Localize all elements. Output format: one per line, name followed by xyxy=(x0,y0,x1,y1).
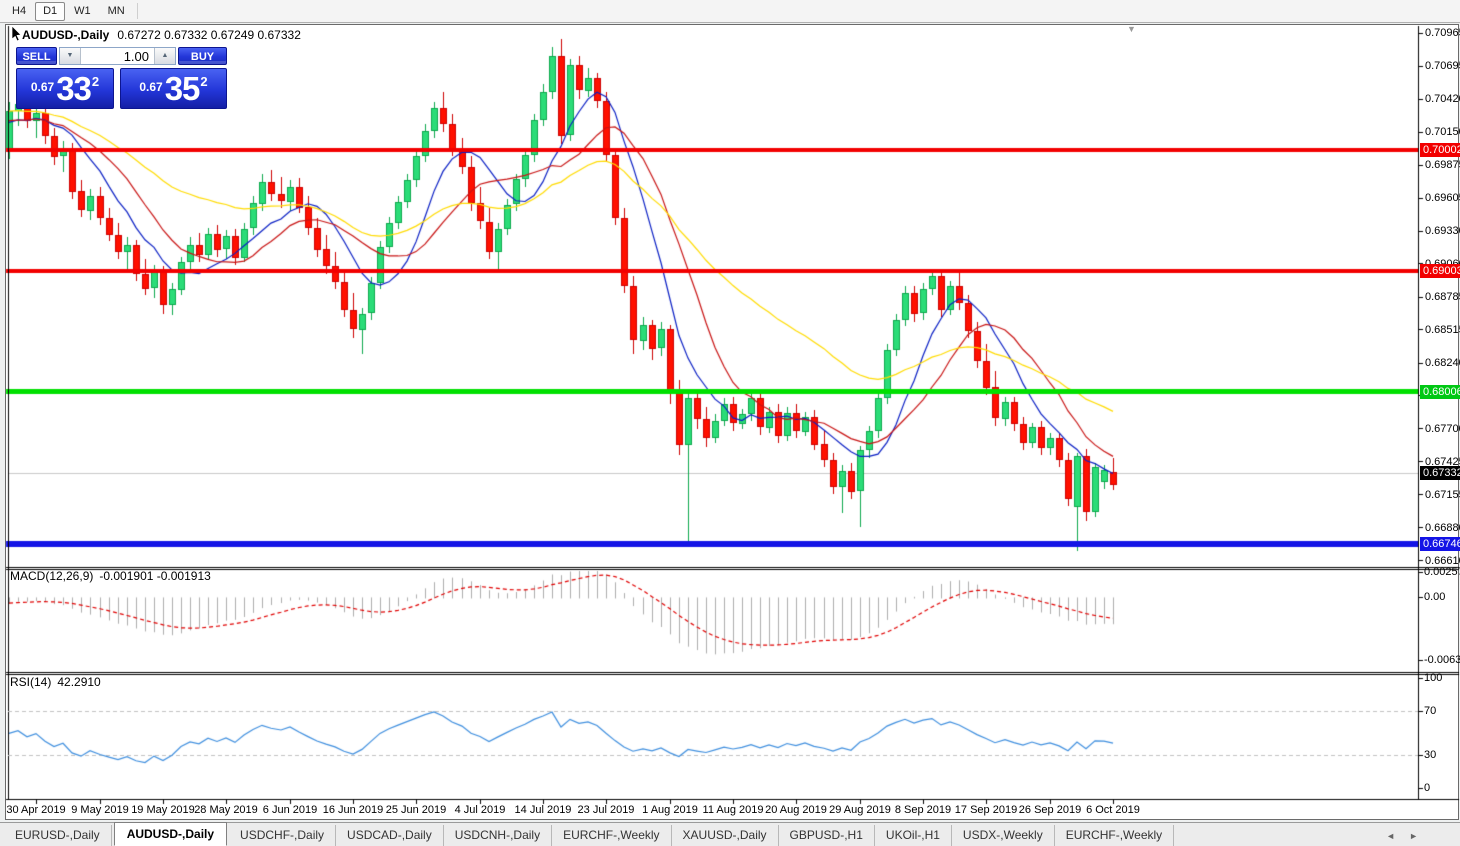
volume-increase-icon[interactable]: ▲ xyxy=(154,48,175,64)
date-tick-label: 25 Jun 2019 xyxy=(385,804,447,816)
rsi-indicator-header: RSI(14) 42.2910 xyxy=(10,675,101,689)
chart-tab-usdcaddaily[interactable]: USDCAD-,Daily xyxy=(336,825,444,846)
macd-label: MACD(12,26,9) xyxy=(10,569,94,583)
date-tick-label: 23 Jul 2019 xyxy=(577,804,635,816)
buy-price-sup: 2 xyxy=(200,74,208,89)
macd-tick-label: -0.006326 xyxy=(1424,654,1460,666)
date-tick-label: 6 Jun 2019 xyxy=(262,804,318,816)
price-tick-label: 0.67700 xyxy=(1425,422,1460,435)
price-level-badge: 0.66746 xyxy=(1420,537,1460,552)
buy-price-big: 35 xyxy=(164,70,201,107)
volume-decrease-icon[interactable]: ▼ xyxy=(60,48,81,64)
sell-price-big: 33 xyxy=(56,70,92,107)
volume-spinner: ▼ ▲ xyxy=(59,47,176,65)
date-tick-label: 14 Jul 2019 xyxy=(514,804,572,816)
chart-tab-usdxweekly[interactable]: USDX-,Weekly xyxy=(952,825,1055,846)
date-tick-label: 20 Aug 2019 xyxy=(765,804,827,816)
chart-tab-eurusddaily[interactable]: EURUSD-,Daily xyxy=(4,825,112,846)
chart-title: AUDUSD-,Daily 0.67272 0.67332 0.67249 0.6… xyxy=(22,28,301,42)
sell-price-sup: 2 xyxy=(91,74,100,89)
chart-tab-usdcnhdaily[interactable]: USDCNH-,Daily xyxy=(444,825,553,846)
chart-tab-bar: EURUSD-,Daily AUDUSD-,Daily USDCHF-,Daily U… xyxy=(0,822,1460,846)
chart-ohlc-values: 0.67272 0.67332 0.67249 0.67332 xyxy=(117,28,301,42)
price-tick-label: 0.69605 xyxy=(1425,192,1460,204)
date-tick-label: 29 Aug 2019 xyxy=(829,804,891,816)
volume-input[interactable] xyxy=(81,48,154,64)
price-tick-label: 0.69330 xyxy=(1425,225,1460,238)
price-level-badge: 0.67332 xyxy=(1420,466,1460,481)
sell-price-panel[interactable]: 0.67332 xyxy=(16,68,114,109)
date-tick-label: 11 Aug 2019 xyxy=(702,804,764,816)
buy-price-panel[interactable]: 0.67352 xyxy=(120,68,227,109)
date-tick-label: 8 Sep 2019 xyxy=(894,804,952,816)
macd-tick-label: 0.002574 xyxy=(1424,566,1460,578)
chart-symbol-label: AUDUSD-,Daily xyxy=(22,28,110,42)
price-tick-label: 0.70420 xyxy=(1425,93,1460,106)
date-tick-label: 1 Aug 2019 xyxy=(642,804,698,816)
price-tick-label: 0.69875 xyxy=(1425,159,1460,172)
date-tick-label: 30 Apr 2019 xyxy=(6,804,66,816)
price-level-badge: 0.68006 xyxy=(1420,384,1460,399)
price-tick-label: 0.67155 xyxy=(1425,488,1460,501)
price-tick-label: 0.66610 xyxy=(1425,554,1460,567)
rsi-tick-label: 100 xyxy=(1424,672,1443,684)
rsi-value: 42.2910 xyxy=(57,675,101,689)
mt4-terminal: H4D1W1MN AUDUSD-,Daily0.67272 0.67332 0.… xyxy=(0,0,1460,846)
date-tick-label: 9 May 2019 xyxy=(71,804,129,816)
price-chart-canvas[interactable] xyxy=(0,0,1460,846)
chart-tab-usdchfdaily[interactable]: USDCHF-,Daily xyxy=(229,825,337,846)
tab-scroll-right-icon[interactable]: ► xyxy=(1409,831,1432,841)
macd-tick-label: 0.00 xyxy=(1424,591,1446,604)
date-tick-label: 17 Sep 2019 xyxy=(954,804,1018,816)
tab-scroll-left-icon[interactable]: ◄ xyxy=(1386,831,1409,841)
price-tick-label: 0.70695 xyxy=(1425,60,1460,73)
tab-scroll-arrows: ◄► xyxy=(1386,831,1432,841)
one-click-trading-panel: SELL ▼ ▲ BUY 0.67332 0.67352 xyxy=(16,47,227,109)
rsi-label: RSI(14) xyxy=(10,675,52,689)
buy-button[interactable]: BUY xyxy=(178,47,227,65)
date-tick-label: 4 Jul 2019 xyxy=(454,804,506,816)
chart-tab-gbpusdh1[interactable]: GBPUSD-,H1 xyxy=(779,825,875,846)
chart-tab-eurchfweekly[interactable]: EURCHF-,Weekly xyxy=(1055,825,1175,846)
chart-tab-eurchfweekly[interactable]: EURCHF-,Weekly xyxy=(552,825,672,846)
macd-values: -0.001901 -0.001913 xyxy=(99,569,211,583)
price-level-badge: 0.70002 xyxy=(1420,142,1460,157)
rsi-tick-label: 0 xyxy=(1424,782,1431,794)
price-tick-label: 0.68515 xyxy=(1425,323,1460,336)
rsi-tick-label: 30 xyxy=(1424,749,1437,761)
sell-button[interactable]: SELL xyxy=(16,47,57,65)
chart-shift-marker-icon: ▼ xyxy=(1127,24,1136,34)
price-tick-label: 0.66880 xyxy=(1425,521,1460,534)
price-level-badge: 0.69003 xyxy=(1420,263,1460,278)
macd-indicator-header: MACD(12,26,9) -0.001901 -0.001913 xyxy=(10,569,211,583)
date-tick-label: 6 Oct 2019 xyxy=(1086,804,1140,816)
date-tick-label: 19 May 2019 xyxy=(131,804,195,816)
date-tick-label: 28 May 2019 xyxy=(194,804,258,816)
buy-price-prefix: 0.67 xyxy=(139,80,163,94)
price-tick-label: 0.68240 xyxy=(1425,357,1460,370)
date-tick-label: 26 Sep 2019 xyxy=(1018,804,1082,816)
rsi-tick-label: 70 xyxy=(1424,705,1437,717)
price-tick-label: 0.70150 xyxy=(1425,126,1460,139)
price-tick-label: 0.70965 xyxy=(1425,27,1460,40)
sell-price-prefix: 0.67 xyxy=(30,80,55,94)
chart-tab-audusddaily[interactable]: AUDUSD-,Daily xyxy=(113,822,228,846)
date-tick-label: 16 Jun 2019 xyxy=(322,804,384,816)
chart-tab-ukoilh1[interactable]: UKOil-,H1 xyxy=(875,825,952,846)
price-tick-label: 0.68785 xyxy=(1425,291,1460,304)
chart-tab-xauusddaily[interactable]: XAUUSD-,Daily xyxy=(672,825,779,846)
